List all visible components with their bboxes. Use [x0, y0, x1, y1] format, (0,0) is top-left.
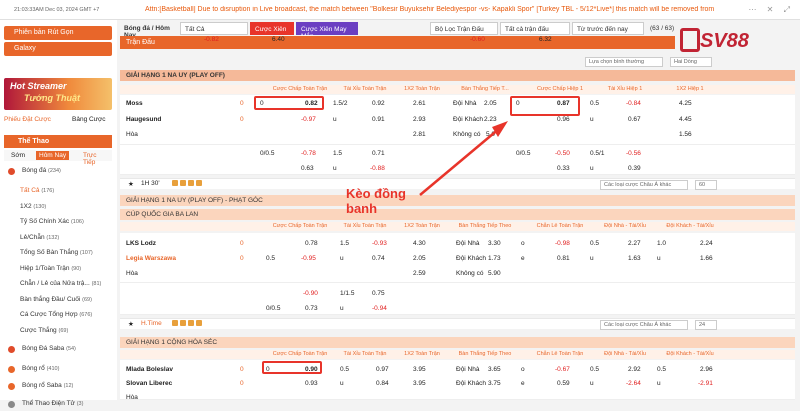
- esports-icon: [8, 401, 15, 408]
- annotation-label: Kèo đồng banh: [346, 186, 406, 216]
- sidebar-item-esports[interactable]: Thể Thao Điện Tử (3): [4, 400, 112, 411]
